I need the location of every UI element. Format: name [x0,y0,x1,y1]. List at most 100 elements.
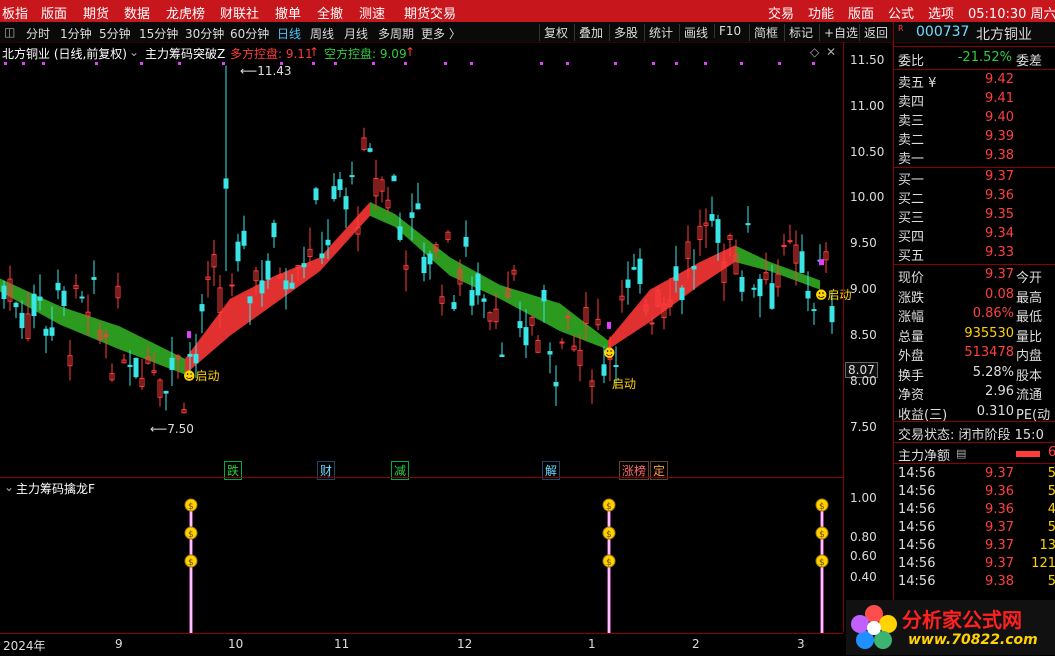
tool-draw-line[interactable]: 画线 [679,24,708,41]
low-price-label: ⟵7.50 [150,422,194,436]
stock-code: 000737 [916,24,970,40]
stat-label: 涨幅 [898,310,925,325]
watermark-logo: 分析家公式网 www.70822.com [846,600,1055,655]
ask-label: 卖四 [898,95,925,110]
candle-body [265,260,271,280]
time-tick: 9 [115,637,123,651]
list-icon[interactable]: ▤ [956,447,966,460]
trade-price: 9.36 [985,502,1014,517]
tab-multi-period[interactable]: 多周期 [378,25,414,42]
stock-header: 000737 北方铜业 R [896,24,1055,43]
money-bag-icon: $ [606,530,612,540]
tab-1min[interactable]: 1分钟 [60,25,92,42]
tab-weekly[interactable]: 周线 [310,25,334,42]
price-tick: 7.50 [850,420,877,434]
candlestick-chart[interactable] [0,59,843,477]
money-bag-icon: $ [819,530,825,540]
trade-volume: 121 [1031,556,1055,571]
tab-60min[interactable]: 60分钟 [230,25,269,42]
stat-row: 净资 2.96 流通 [896,384,1055,403]
tab-more[interactable]: 更多 〉 [421,25,461,42]
candle-body [127,364,133,367]
trade-price: 9.36 [985,484,1014,499]
stat-label: 净资 [898,388,925,403]
candle-body [193,353,199,364]
watermark-title: 分析家公式网 [902,608,1022,632]
tool-stats[interactable]: 统计 [644,24,673,41]
menu-item-cancel-all[interactable]: 全撤 [317,3,343,22]
stat-row: 收益(三) 0.310 PE(动 [896,404,1055,423]
tab-15min[interactable]: 15分钟 [139,25,178,42]
tool-add-watchlist[interactable]: +自选 [819,24,858,41]
r-badge-icon: R [898,24,904,33]
menu-item-function[interactable]: 功能 [808,3,834,22]
menu-item-trade[interactable]: 交易 [768,3,794,22]
stock-name: 北方铜业 [976,27,1032,43]
sidebar-toggle-icon[interactable]: ◫ [4,25,15,39]
bid-row: 买五 9.33 [896,245,1055,264]
signal-dot [540,62,543,65]
tab-intraday[interactable]: 分时 [26,25,50,42]
time-tick: 1 [588,637,596,651]
menu-item-options[interactable]: 选项 [928,3,954,22]
trade-status: 交易状态: 闭市阶段 15:0 [896,424,1055,443]
candle-body [133,357,139,378]
trade-time: 14:56 [898,520,936,535]
menu-item-futures-trade[interactable]: 期货交易 [404,3,456,22]
stat-row: 涨幅 0.86% 最低 [896,306,1055,325]
close-icon[interactable]: ✕ [826,45,836,59]
menu-item-cancel[interactable]: 撤单 [275,3,301,22]
time-tick: 12 [457,637,473,651]
tab-5min[interactable]: 5分钟 [99,25,131,42]
stat-ext-label: 最低 [1016,310,1043,325]
candle-body [13,302,19,308]
candle-body [475,273,481,296]
tab-30min[interactable]: 30分钟 [185,25,224,42]
candle-body [751,287,757,290]
menu-item-formula[interactable]: 公式 [888,3,914,22]
signal-dot [704,62,707,65]
menu-item-layout[interactable]: 版面 [41,3,67,22]
menu-item-board-index[interactable]: 板指 [2,3,28,22]
signal-dot [404,62,407,65]
weicha-label: 委差 [1016,54,1043,69]
sub-indicator-chart[interactable]: $ $ $ $ $ $ $ $ $ [0,495,843,633]
signal-dot [675,62,678,65]
signal-marker [607,321,611,329]
signal-dot [778,62,781,65]
tool-adjust[interactable]: 复权 [539,24,568,41]
menu-item-layout-right[interactable]: 版面 [848,3,874,22]
tool-f10[interactable]: F10 [714,24,741,38]
candle-body [391,175,397,182]
chevron-down-icon[interactable]: ⌄ [129,45,139,59]
ask-price: 9.40 [985,110,1014,125]
tab-monthly[interactable]: 月线 [344,25,368,42]
sub-tick: 0.40 [850,570,877,584]
stat-value: 513478 [964,345,1014,360]
signal-dot [140,62,143,65]
menu-item-cls[interactable]: 财联社 [220,3,259,22]
bid-price: 9.37 [985,169,1014,184]
menu-item-speedtest[interactable]: 测速 [359,3,385,22]
stat-ext-label: PE(动 [1016,407,1051,423]
bid-price: 9.36 [985,188,1014,203]
diamond-icon[interactable]: ◇ [810,45,819,59]
menu-item-data[interactable]: 数据 [124,3,150,22]
candle-body [523,327,529,346]
menu-item-futures[interactable]: 期货 [83,3,109,22]
tool-back[interactable]: 返回 [859,24,888,41]
candle-body [829,306,835,323]
tool-multi-stock[interactable]: 多股 [609,24,638,41]
tool-overlay[interactable]: 叠加 [574,24,603,41]
main-menu-bar: 板指 版面 期货 数据 龙虎榜 财联社 撤单 全撤 测速 期货交易 交易 功能 … [0,0,1055,22]
chevron-down-icon[interactable]: ⌄ [4,480,14,494]
tool-simple-frame[interactable]: 简框 [749,24,778,41]
menu-item-dragon-tiger[interactable]: 龙虎榜 [166,3,205,22]
tool-mark[interactable]: 标记 [784,24,813,41]
trade-price: 9.37 [985,520,1014,535]
tab-daily[interactable]: 日线 [277,25,301,42]
candle-body [229,284,235,287]
bid-label: 买四 [898,230,925,245]
time-tick: 3 [797,637,805,651]
trade-volume: 5 [1047,466,1055,481]
